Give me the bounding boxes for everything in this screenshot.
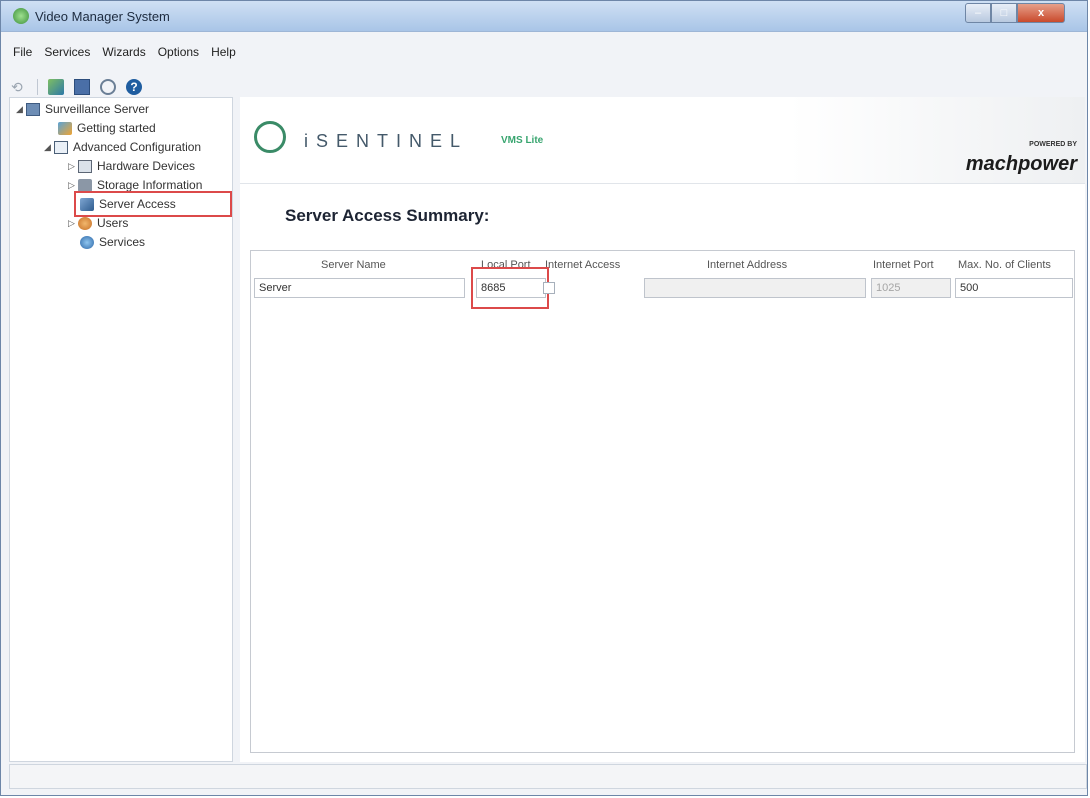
minimize-button[interactable]: – [965,3,991,23]
toolbar: ⟲ ? [11,76,142,98]
hardware-icon [78,159,92,173]
main-panel: iSENTINEL VMS Lite POWERED BY machpower … [240,97,1085,762]
tree-label-hardware-devices: Hardware Devices [97,159,196,173]
powered-by-label: POWERED BY [1029,141,1077,148]
server-name-field[interactable]: Server [254,278,465,298]
menu-bar: File Services Wizards Options Help [1,41,1087,63]
tree-item-users[interactable]: ▷ Users [68,214,128,232]
menu-help[interactable]: Help [211,45,236,59]
maximize-button[interactable]: □ [991,3,1017,23]
tree-label-services: Services [99,235,146,249]
internet-port-field[interactable]: 1025 [871,278,951,298]
back-icon[interactable]: ⟲ [11,79,27,95]
server-access-table: Server Name Local Port Internet Access I… [250,250,1075,753]
menu-file[interactable]: File [13,45,32,59]
tree-item-services[interactable]: Services [80,233,145,251]
max-clients-field[interactable]: 500 [955,278,1073,298]
window-controls: – □ x [965,3,1081,23]
internet-access-checkbox[interactable] [543,282,555,294]
tree-label-getting-started: Getting started [77,121,156,135]
tree-root[interactable]: ◢ Surveillance Server [16,100,149,118]
tree-label-users: Users [97,216,129,230]
services-icon [80,235,94,249]
book-icon [54,140,68,154]
product-name: VMS Lite [501,135,544,146]
menu-services[interactable]: Services [44,45,90,59]
column-header-internet-address: Internet Address [707,259,788,271]
partner-logo: machpower [965,153,1077,175]
column-header-internet-port: Internet Port [873,259,934,271]
expand-arrow-icon[interactable]: ▷ [68,161,78,172]
column-header-max-clients: Max. No. of Clients [958,259,1051,271]
expand-arrow-icon[interactable]: ▷ [68,180,78,191]
tree-label-storage-information: Storage Information [97,178,203,192]
storage-icon [78,178,92,192]
help-icon[interactable]: ? [126,79,142,95]
toolbar-separator [37,79,38,95]
product-banner: iSENTINEL VMS Lite POWERED BY machpower [240,97,1085,184]
close-button[interactable]: x [1017,3,1065,23]
settings-icon[interactable] [100,79,116,95]
internet-address-field[interactable] [644,278,866,298]
collapse-arrow-icon[interactable]: ◢ [44,142,54,153]
users-icon [78,216,92,230]
local-port-field[interactable]: 8685 [476,278,546,298]
tree-label-surveillance-server: Surveillance Server [45,102,150,116]
window-title: Video Manager System [35,9,170,24]
tree-item-getting-started[interactable]: Getting started [58,119,156,137]
app-window: Video Manager System – □ x File Services… [0,0,1088,796]
getting-started-icon [58,121,72,135]
tree-item-advanced-configuration[interactable]: ◢ Advanced Configuration [44,138,201,156]
connect-icon[interactable] [48,79,64,95]
brand-name: iSENTINEL [304,131,469,151]
page-title: Server Access Summary: [285,206,490,225]
collapse-arrow-icon[interactable]: ◢ [16,104,26,115]
navigation-tree: ◢ Surveillance Server Getting started ◢ … [9,97,233,762]
server-icon [26,102,40,116]
expand-arrow-icon[interactable]: ▷ [68,218,78,229]
column-header-internet-access: Internet Access [545,259,621,271]
status-bar [9,764,1087,789]
column-header-server-name: Server Name [321,259,386,271]
menu-options[interactable]: Options [158,45,199,59]
isentinel-logo-icon [254,121,286,153]
app-icon [13,8,29,24]
menu-wizards[interactable]: Wizards [102,45,145,59]
save-icon[interactable] [74,79,90,95]
tree-label-advanced-configuration: Advanced Configuration [73,140,202,154]
tree-item-hardware-devices[interactable]: ▷ Hardware Devices [68,157,195,175]
title-bar: Video Manager System – □ x [1,1,1087,32]
